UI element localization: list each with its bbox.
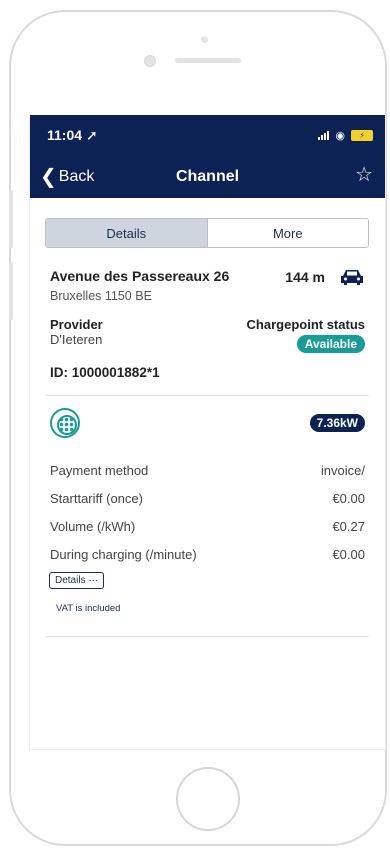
- chevron-left-icon: ❮: [40, 165, 57, 188]
- chargepoint-status-label: Chargepoint status: [246, 317, 365, 332]
- navigation-bar: ❮ Back Channel ☆: [30, 155, 385, 198]
- provider-value: D'Ieteren: [50, 332, 103, 347]
- tab-more[interactable]: More: [208, 219, 369, 247]
- tariff-details-button[interactable]: Details ···: [49, 572, 105, 589]
- power-badge: 7.36kW: [309, 414, 365, 432]
- tariff-row: Volume (/kWh) €0.27: [30, 512, 385, 540]
- back-label: Back: [58, 167, 95, 185]
- tariff-label: Starttariff (once): [50, 490, 143, 506]
- location-arrow-icon: ➚: [85, 126, 98, 143]
- signal-icon: [318, 130, 330, 140]
- status-bar: 11:04 ➚ ◉ ⚡: [30, 115, 385, 155]
- provider-section: Provider Chargepoint status D'Ieteren Av…: [30, 317, 385, 353]
- battery-icon: ⚡: [351, 129, 373, 141]
- wifi-icon: ◉: [335, 129, 345, 142]
- status-icons: ◉ ⚡: [318, 129, 373, 142]
- street-address: Avenue des Passereaux 26: [50, 268, 230, 284]
- vat-note: VAT is included: [56, 603, 121, 614]
- back-button[interactable]: ❮ Back: [30, 167, 94, 187]
- home-button[interactable]: [176, 767, 240, 831]
- provider-label: Provider: [50, 317, 103, 332]
- city: Bruxelles 1150 BE: [50, 289, 152, 303]
- tariff-value: €0.00: [332, 490, 365, 506]
- tariff-row: Starttariff (once) €0.00: [30, 484, 385, 512]
- volume-up-button: [9, 190, 13, 248]
- tariff-row: Payment method invoice/: [30, 456, 385, 484]
- tariff-list: Payment method invoice/ Starttariff (onc…: [30, 456, 385, 568]
- status-time: 11:04 ➚: [47, 126, 98, 143]
- address-section: Avenue des Passereaux 26 144 m Bruxelles…: [30, 268, 385, 303]
- status-badge: Available: [296, 335, 365, 353]
- tariff-value: invoice/: [320, 462, 365, 478]
- distance: 144 m: [285, 268, 365, 286]
- car-icon[interactable]: [339, 268, 365, 286]
- type2-connector-icon: [50, 408, 80, 438]
- tab-details[interactable]: Details: [46, 219, 208, 247]
- connector-row: 7.36kW: [30, 408, 385, 438]
- front-sensor: [201, 36, 208, 43]
- segmented-control: Details More: [45, 218, 369, 248]
- front-camera: [144, 55, 156, 67]
- distance-value: 144 m: [285, 269, 325, 285]
- divider: [46, 636, 369, 637]
- earpiece-speaker: [175, 58, 241, 63]
- tariff-value: €0.27: [332, 518, 365, 534]
- tariff-row: During charging (/minute) €0.00: [30, 540, 385, 568]
- volume-down-button: [9, 262, 13, 320]
- app-screen: 11:04 ➚ ◉ ⚡ ❮ Back Channel ☆ Details Mor…: [29, 115, 386, 750]
- divider: [46, 395, 369, 396]
- tariff-label: Payment method: [50, 462, 149, 478]
- chargepoint-id: ID: 1000001882*1: [50, 365, 160, 380]
- tariff-label: During charging (/minute): [50, 546, 197, 562]
- favorite-star-icon[interactable]: ☆: [355, 165, 373, 185]
- tariff-value: €0.00: [332, 546, 365, 562]
- tariff-label: Volume (/kWh): [50, 518, 136, 534]
